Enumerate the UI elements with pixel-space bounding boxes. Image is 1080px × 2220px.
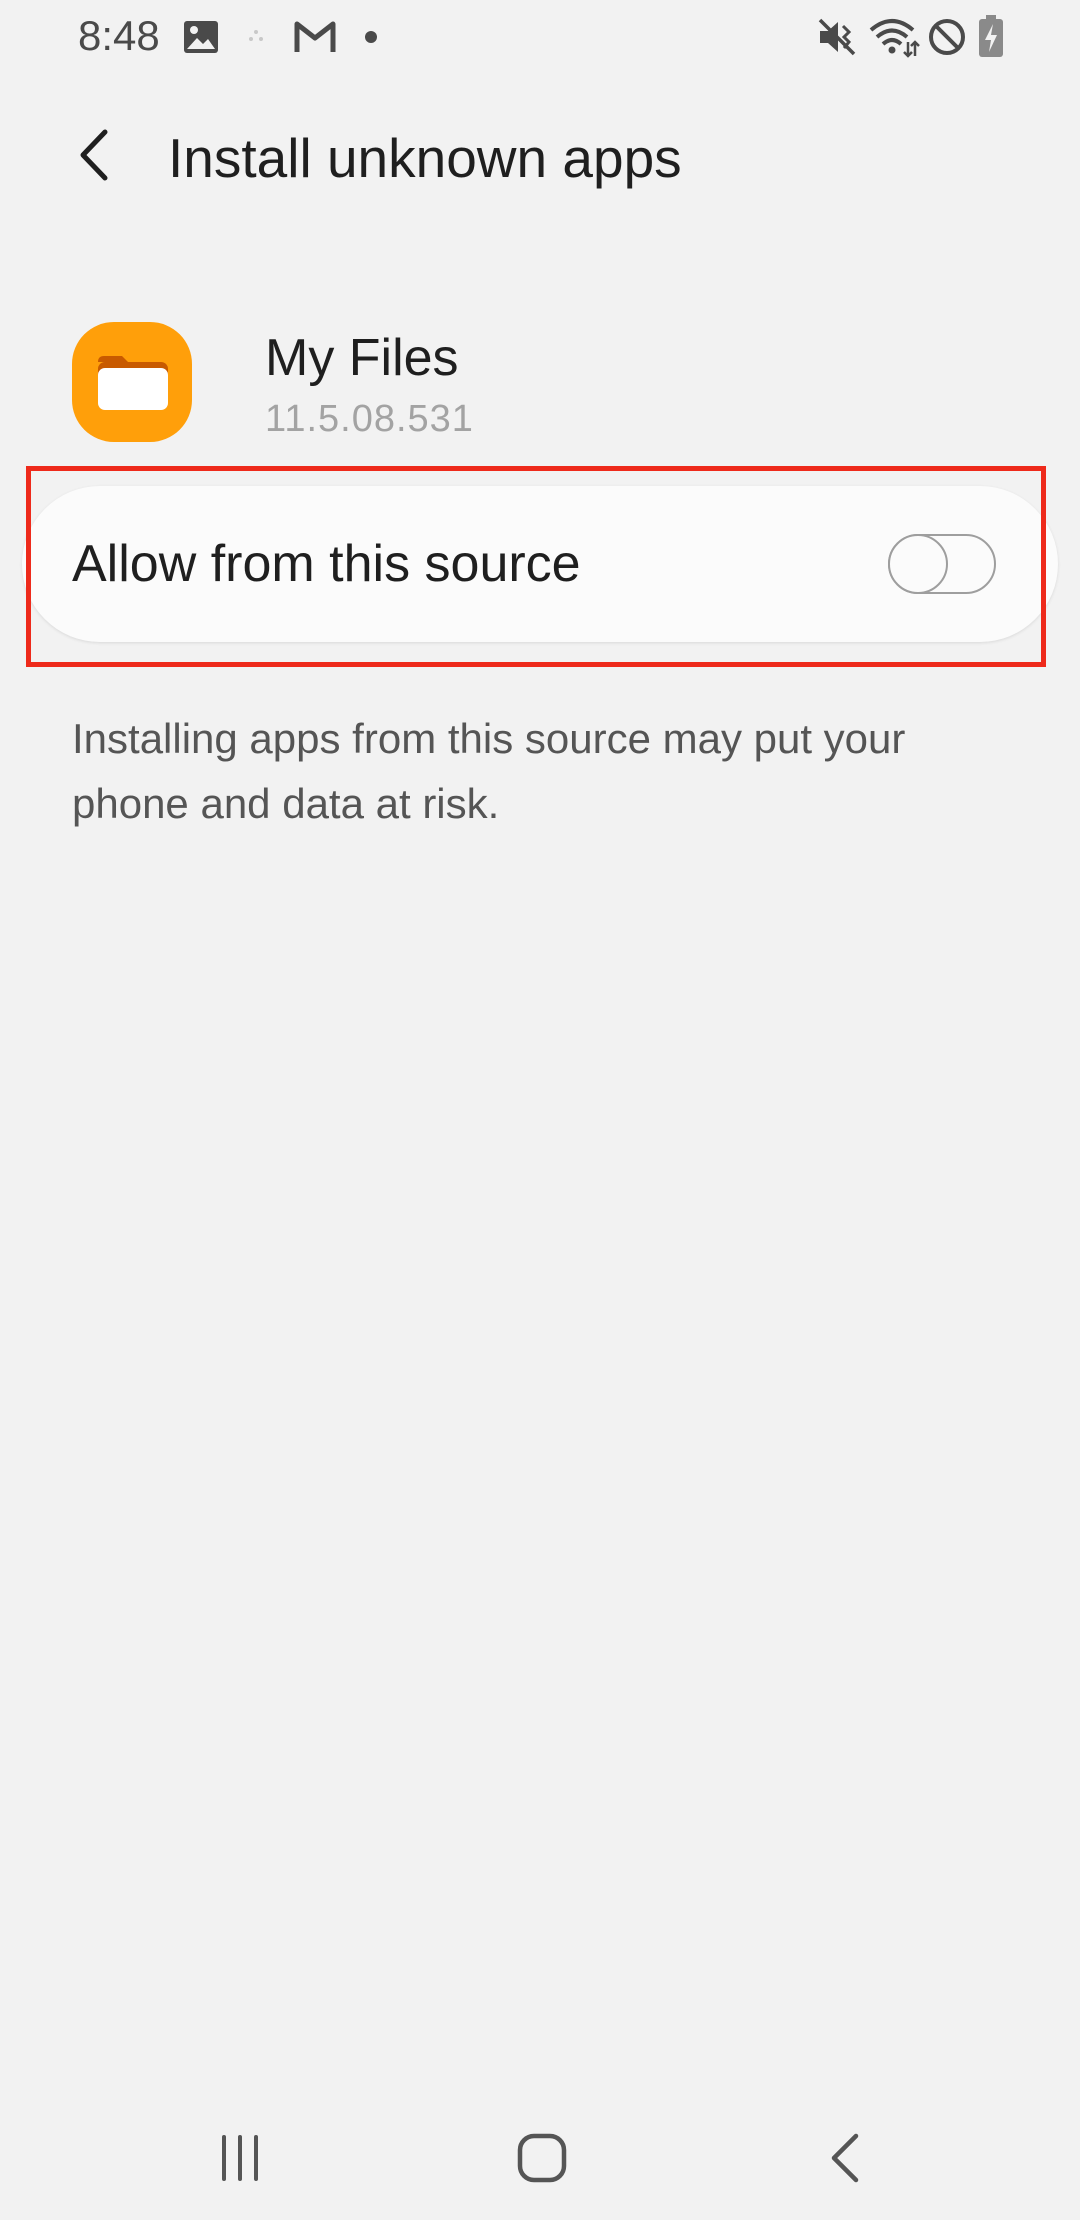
notification-dot-icon (364, 30, 378, 44)
page-title: Install unknown apps (168, 127, 682, 189)
allow-from-source-toggle[interactable] (888, 534, 996, 594)
wifi-icon (868, 16, 920, 58)
allow-from-source-row[interactable]: Allow from this source (22, 486, 1058, 642)
vibrate-mute-icon (816, 16, 860, 58)
back-button[interactable] (58, 118, 132, 192)
battery-charging-icon (977, 14, 1005, 58)
chevron-left-icon (80, 129, 108, 181)
allow-from-source-label: Allow from this source (72, 535, 581, 593)
toggle-thumb (888, 534, 948, 594)
sparkle-dot-icon (247, 28, 265, 46)
folder-icon (98, 356, 168, 410)
recent-apps-button[interactable] (200, 2118, 280, 2198)
recent-apps-icon (222, 2135, 258, 2181)
status-time: 8:48 (78, 12, 160, 59)
app-version: 11.5.08.531 (265, 398, 474, 440)
gmail-icon (293, 18, 337, 56)
status-bar: 8:48 (0, 0, 1080, 76)
home-button[interactable] (502, 2118, 582, 2198)
navigation-bar (0, 2080, 1080, 2220)
do-not-disturb-icon (927, 17, 967, 57)
home-icon (517, 2133, 567, 2183)
image-notification-icon (182, 18, 220, 56)
screen: 8:48 Install unknown apps My Files 11.5.… (0, 0, 1080, 2220)
warning-text: Installing apps from this source may put… (72, 715, 906, 827)
back-icon (831, 2133, 859, 2183)
app-icon (72, 322, 192, 442)
nav-back-button[interactable] (806, 2118, 886, 2198)
app-name: My Files (265, 329, 459, 387)
